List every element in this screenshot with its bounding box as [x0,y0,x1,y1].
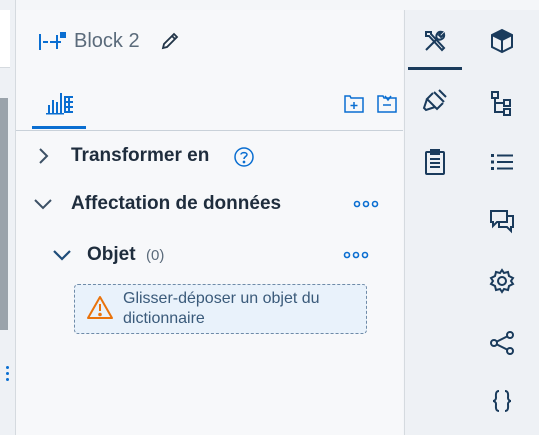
block-title: Block 2 [74,30,140,52]
comments-icon[interactable] [489,208,515,234]
object-count: (0) [146,247,165,264]
tool-active-indicator [408,67,462,70]
object-drop-zone[interactable]: Glisser-déposer un objet du dictionnaire [74,284,367,334]
chevron-down-icon[interactable] [33,197,53,211]
right-side-bar [471,10,539,435]
list-icon[interactable] [489,150,515,174]
panel-header: Block 2 [16,10,403,70]
more-options-icon[interactable] [353,200,381,208]
help-icon[interactable] [233,146,255,168]
add-container-icon[interactable] [343,94,365,114]
more-options-icon[interactable] [343,251,371,259]
section-data-assignment-label: Affectation de données [71,193,282,214]
clipboard-icon[interactable] [422,148,448,176]
left-edge-scroll-area [0,98,8,330]
chevron-right-icon[interactable] [36,147,50,165]
drop-zone-text: Glisser-déposer un objet du dictionnaire [123,290,320,327]
left-edge-panel [0,0,16,435]
settings-icon[interactable] [489,268,515,294]
chevron-down-icon[interactable] [52,248,72,262]
subsection-object[interactable]: Objet (0) [16,239,403,273]
section-transform[interactable]: Transformer en [16,140,403,174]
collapse-container-icon[interactable] [376,94,398,114]
tab-chart-table-icon[interactable] [46,91,74,115]
build-icon[interactable] [422,28,448,54]
hierarchy-icon[interactable] [489,90,515,116]
edit-pencil-icon[interactable] [160,31,180,51]
cube-icon[interactable] [489,28,515,54]
section-data-assignment[interactable]: Affectation de données [16,188,403,222]
panel-tab-bar [16,70,403,131]
tools-toolbar [404,10,472,435]
tab-active-indicator [32,126,86,129]
curly-braces-icon[interactable] [489,388,515,414]
block-icon [38,32,66,52]
object-label: Objet [87,244,136,265]
resize-grip-icon[interactable] [6,366,10,388]
warning-icon [86,295,114,321]
left-edge-top [0,10,10,68]
format-brush-icon[interactable] [422,88,448,114]
share-icon[interactable] [489,330,515,356]
section-transform-label: Transformer en [71,145,210,166]
builder-panel: Block 2 Transformer en Affectation de do… [16,10,403,435]
